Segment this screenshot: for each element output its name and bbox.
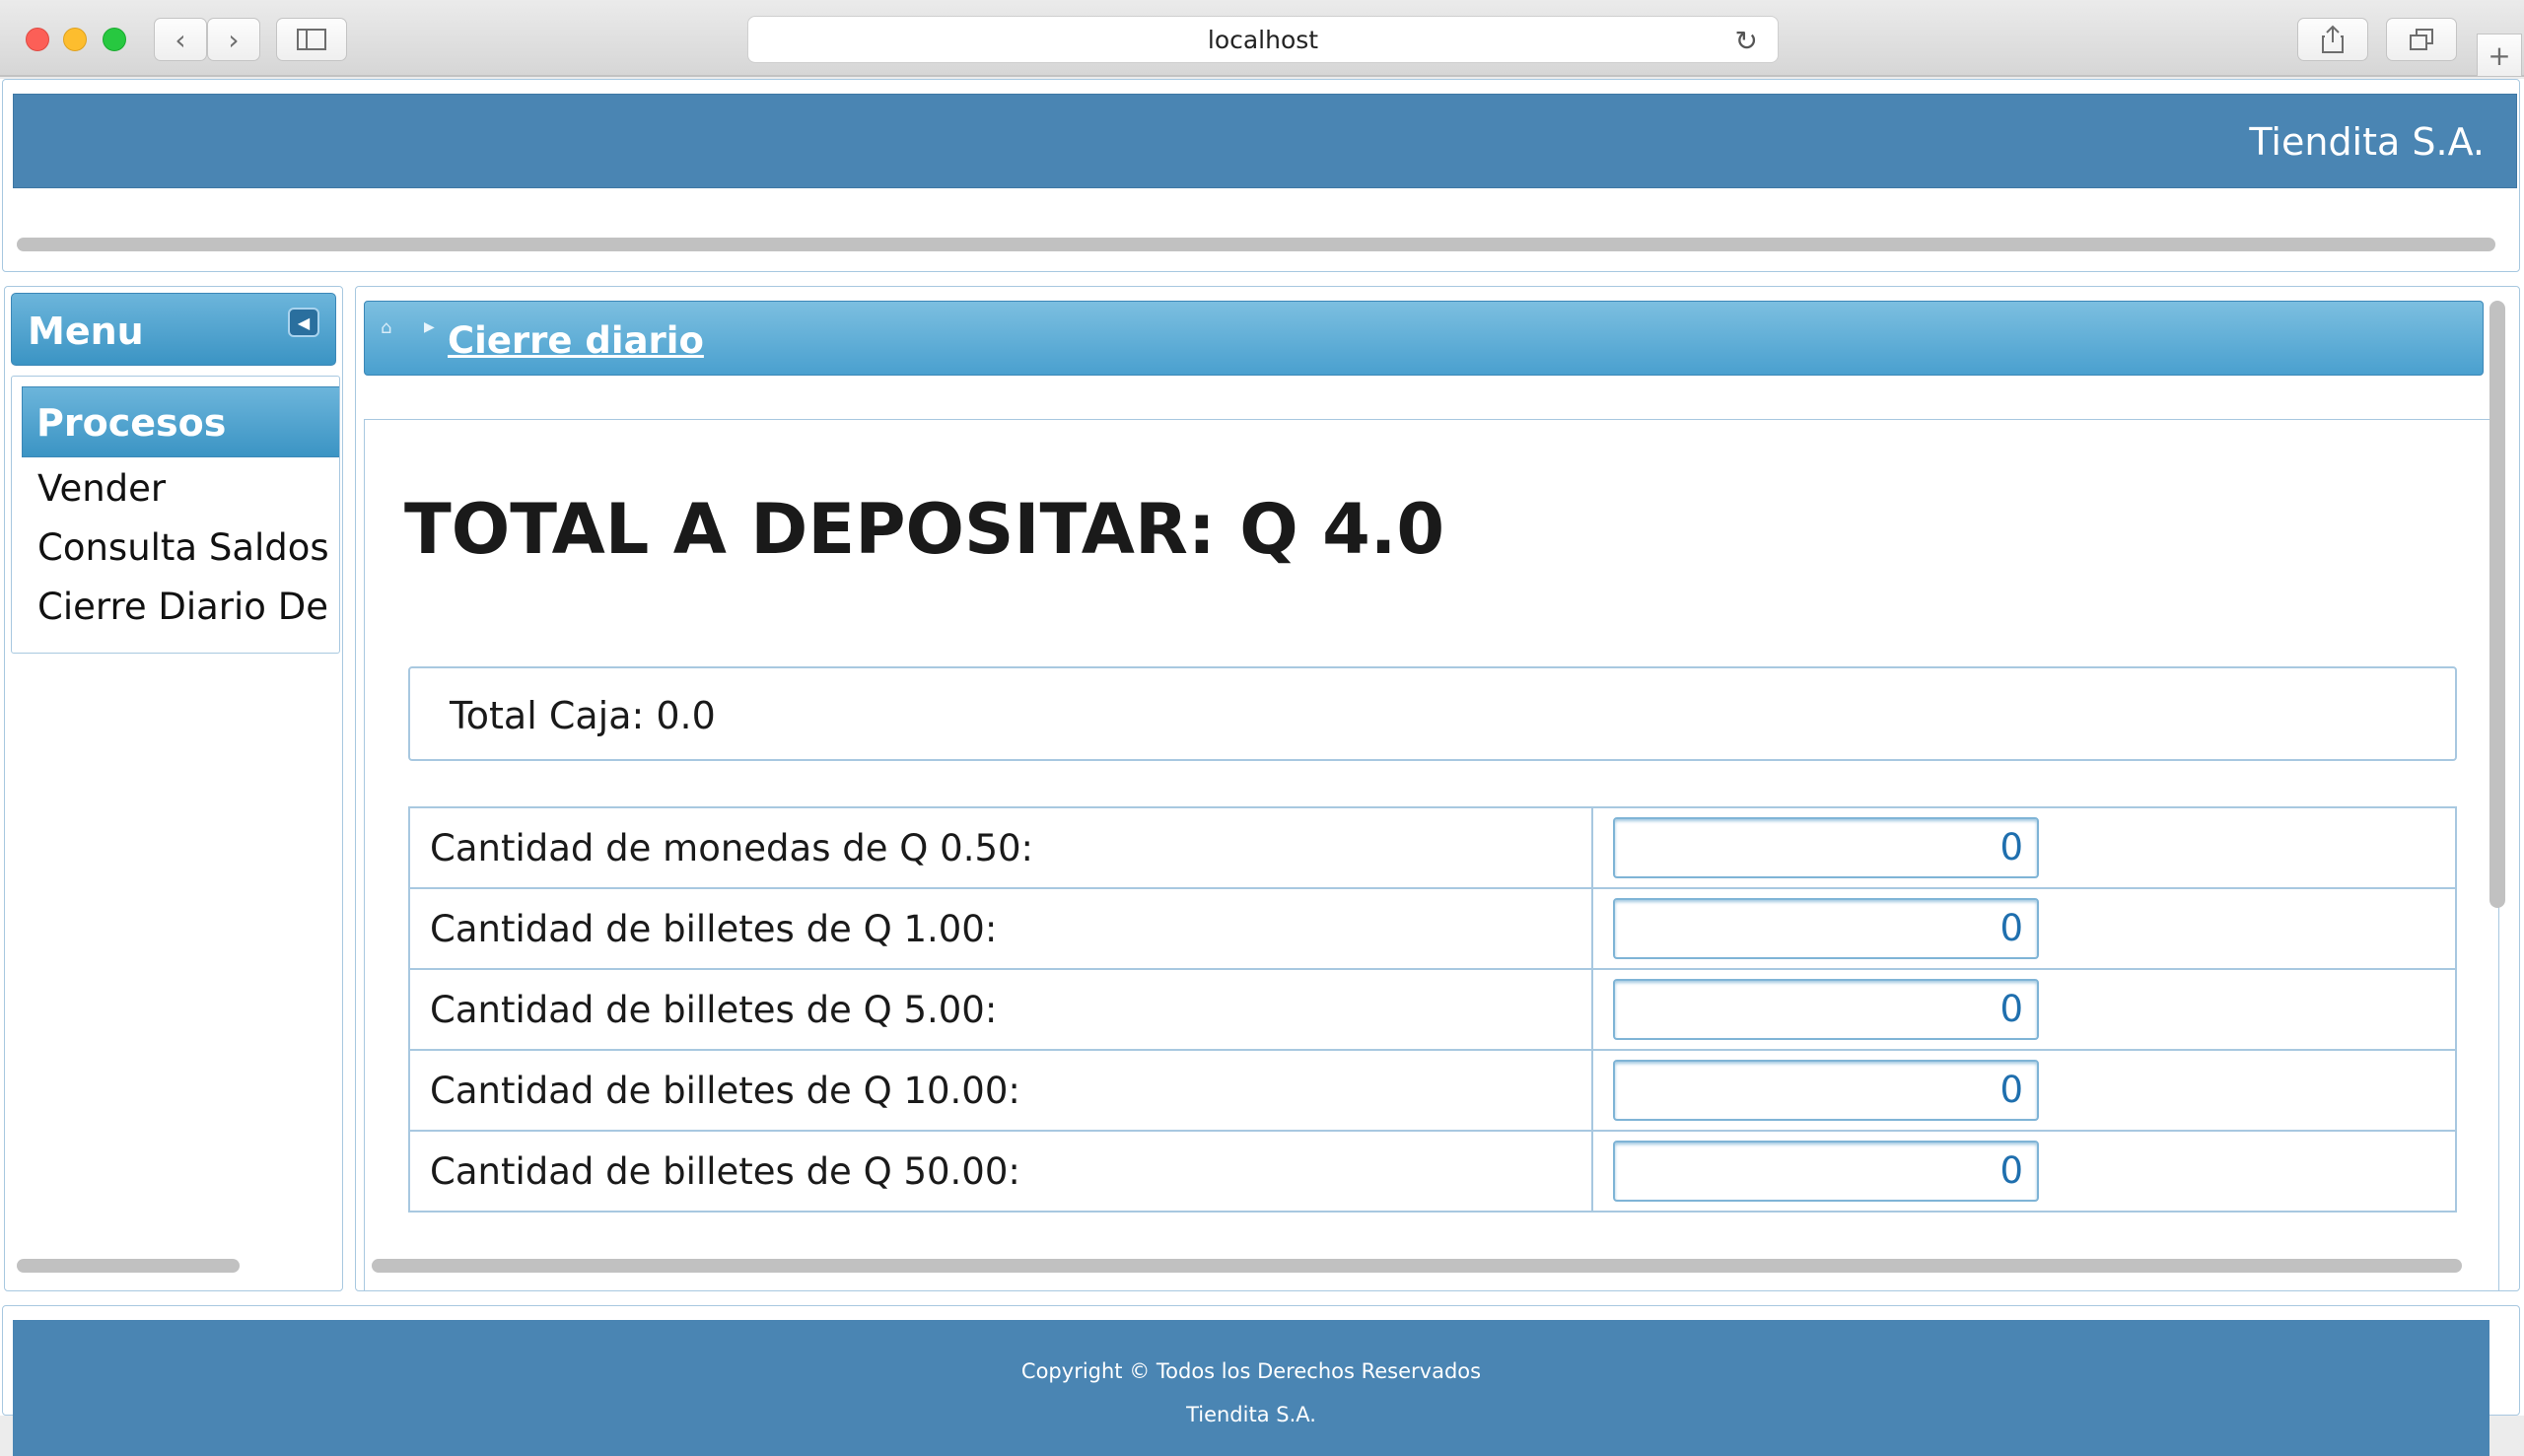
address-bar[interactable]: localhost ↻ [747, 16, 1779, 63]
tabs-icon [2410, 29, 2433, 50]
table-row: Cantidad de billetes de Q 5.00: 0 [408, 968, 2457, 1051]
denomination-label: Cantidad de monedas de Q 0.50: [408, 806, 1593, 889]
content-panel: ⌂ ▶ Cierre diario TOTAL A DEPOSITAR: Q 4… [355, 286, 2520, 1291]
brand-name: Tiendita S.A. [2249, 120, 2485, 164]
header-bar: Tiendita S.A. [13, 94, 2517, 188]
menu-scrollbar[interactable] [17, 1259, 240, 1273]
breadcrumb-current-link[interactable]: Cierre diario [448, 319, 704, 362]
total-caja-box: Total Caja: 0.0 [408, 666, 2457, 761]
reload-icon[interactable]: ↻ [1735, 25, 1758, 57]
menu-item-cierre-diario[interactable]: Cierre Diario De Caja [37, 586, 339, 628]
menu-item-vender[interactable]: Vender [37, 467, 166, 510]
new-tab-button[interactable]: + [2477, 34, 2522, 77]
minimize-window-button[interactable] [63, 28, 87, 51]
total-depositar-heading: TOTAL A DEPOSITAR: Q 4.0 [404, 489, 1445, 570]
chevron-right-icon: ▶ [424, 319, 435, 335]
table-row: Cantidad de billetes de Q 10.00: 0 [408, 1049, 2457, 1132]
browser-toolbar: ‹ › localhost ↻ + [0, 0, 2524, 77]
menu-panel: Menu ◀ Procesos Vender Consulta Saldos C… [4, 286, 343, 1291]
footer-bar: Copyright © Todos los Derechos Reservado… [13, 1320, 2489, 1456]
menu-title: Menu [28, 310, 144, 353]
quantity-input[interactable]: 0 [1613, 817, 2039, 878]
footer-panel: Copyright © Todos los Derechos Reservado… [2, 1305, 2520, 1456]
menu-header: Menu ◀ [11, 293, 336, 366]
back-button[interactable]: ‹ [154, 18, 207, 61]
breadcrumb: ⌂ ▶ Cierre diario [364, 301, 2484, 376]
plus-icon: + [2488, 38, 2511, 72]
menu-item-consulta-saldos[interactable]: Consulta Saldos [37, 526, 329, 569]
denomination-label: Cantidad de billetes de Q 50.00: [408, 1130, 1593, 1213]
quantity-input[interactable]: 0 [1613, 1060, 2039, 1121]
collapse-menu-button[interactable]: ◀ [288, 308, 319, 337]
header-panel: Tiendita S.A. [2, 79, 2520, 272]
content-vertical-scrollbar[interactable] [2489, 301, 2505, 908]
procesos-title: Procesos [36, 401, 227, 445]
footer-company: Tiendita S.A. [1186, 1403, 1316, 1426]
table-row: Cantidad de billetes de Q 1.00: 0 [408, 887, 2457, 970]
tabs-overview-button[interactable] [2386, 18, 2457, 61]
quantity-input[interactable]: 0 [1613, 979, 2039, 1040]
table-row: Cantidad de monedas de Q 0.50: 0 [408, 806, 2457, 889]
cierre-form: TOTAL A DEPOSITAR: Q 4.0 Total Caja: 0.0… [364, 419, 2499, 1290]
forward-button[interactable]: › [207, 18, 260, 61]
procesos-section-header[interactable]: Procesos [22, 386, 339, 457]
chevron-right-icon: › [228, 23, 240, 56]
quantity-input[interactable]: 0 [1613, 1141, 2039, 1202]
header-scrollbar[interactable] [17, 238, 2495, 251]
denomination-label: Cantidad de billetes de Q 1.00: [408, 887, 1593, 970]
page: Tiendita S.A. Menu ◀ Procesos Vender Con… [0, 79, 2524, 1456]
copyright-text: Copyright © Todos los Derechos Reservado… [1020, 1359, 1482, 1383]
close-window-button[interactable] [26, 28, 49, 51]
triangle-left-icon: ◀ [297, 312, 311, 332]
denomination-label: Cantidad de billetes de Q 5.00: [408, 968, 1593, 1051]
sidebar-icon [297, 29, 326, 50]
table-row: Cantidad de billetes de Q 50.00: 0 [408, 1130, 2457, 1213]
denomination-label: Cantidad de billetes de Q 10.00: [408, 1049, 1593, 1132]
share-icon [2322, 25, 2344, 53]
content-horizontal-scrollbar[interactable] [372, 1259, 2462, 1273]
denominations-table: Cantidad de monedas de Q 0.50: 0 Cantida… [408, 806, 2457, 1213]
zoom-window-button[interactable] [103, 28, 126, 51]
chevron-left-icon: ‹ [175, 23, 186, 56]
sidebar-toggle-button[interactable] [276, 18, 347, 61]
share-button[interactable] [2297, 18, 2368, 61]
home-icon[interactable]: ⌂ [381, 317, 391, 338]
url-text: localhost [1207, 25, 1319, 54]
total-caja-label: Total Caja: 0.0 [450, 694, 716, 737]
quantity-input[interactable]: 0 [1613, 898, 2039, 959]
menu-body: Procesos Vender Consulta Saldos Cierre D… [11, 376, 340, 654]
